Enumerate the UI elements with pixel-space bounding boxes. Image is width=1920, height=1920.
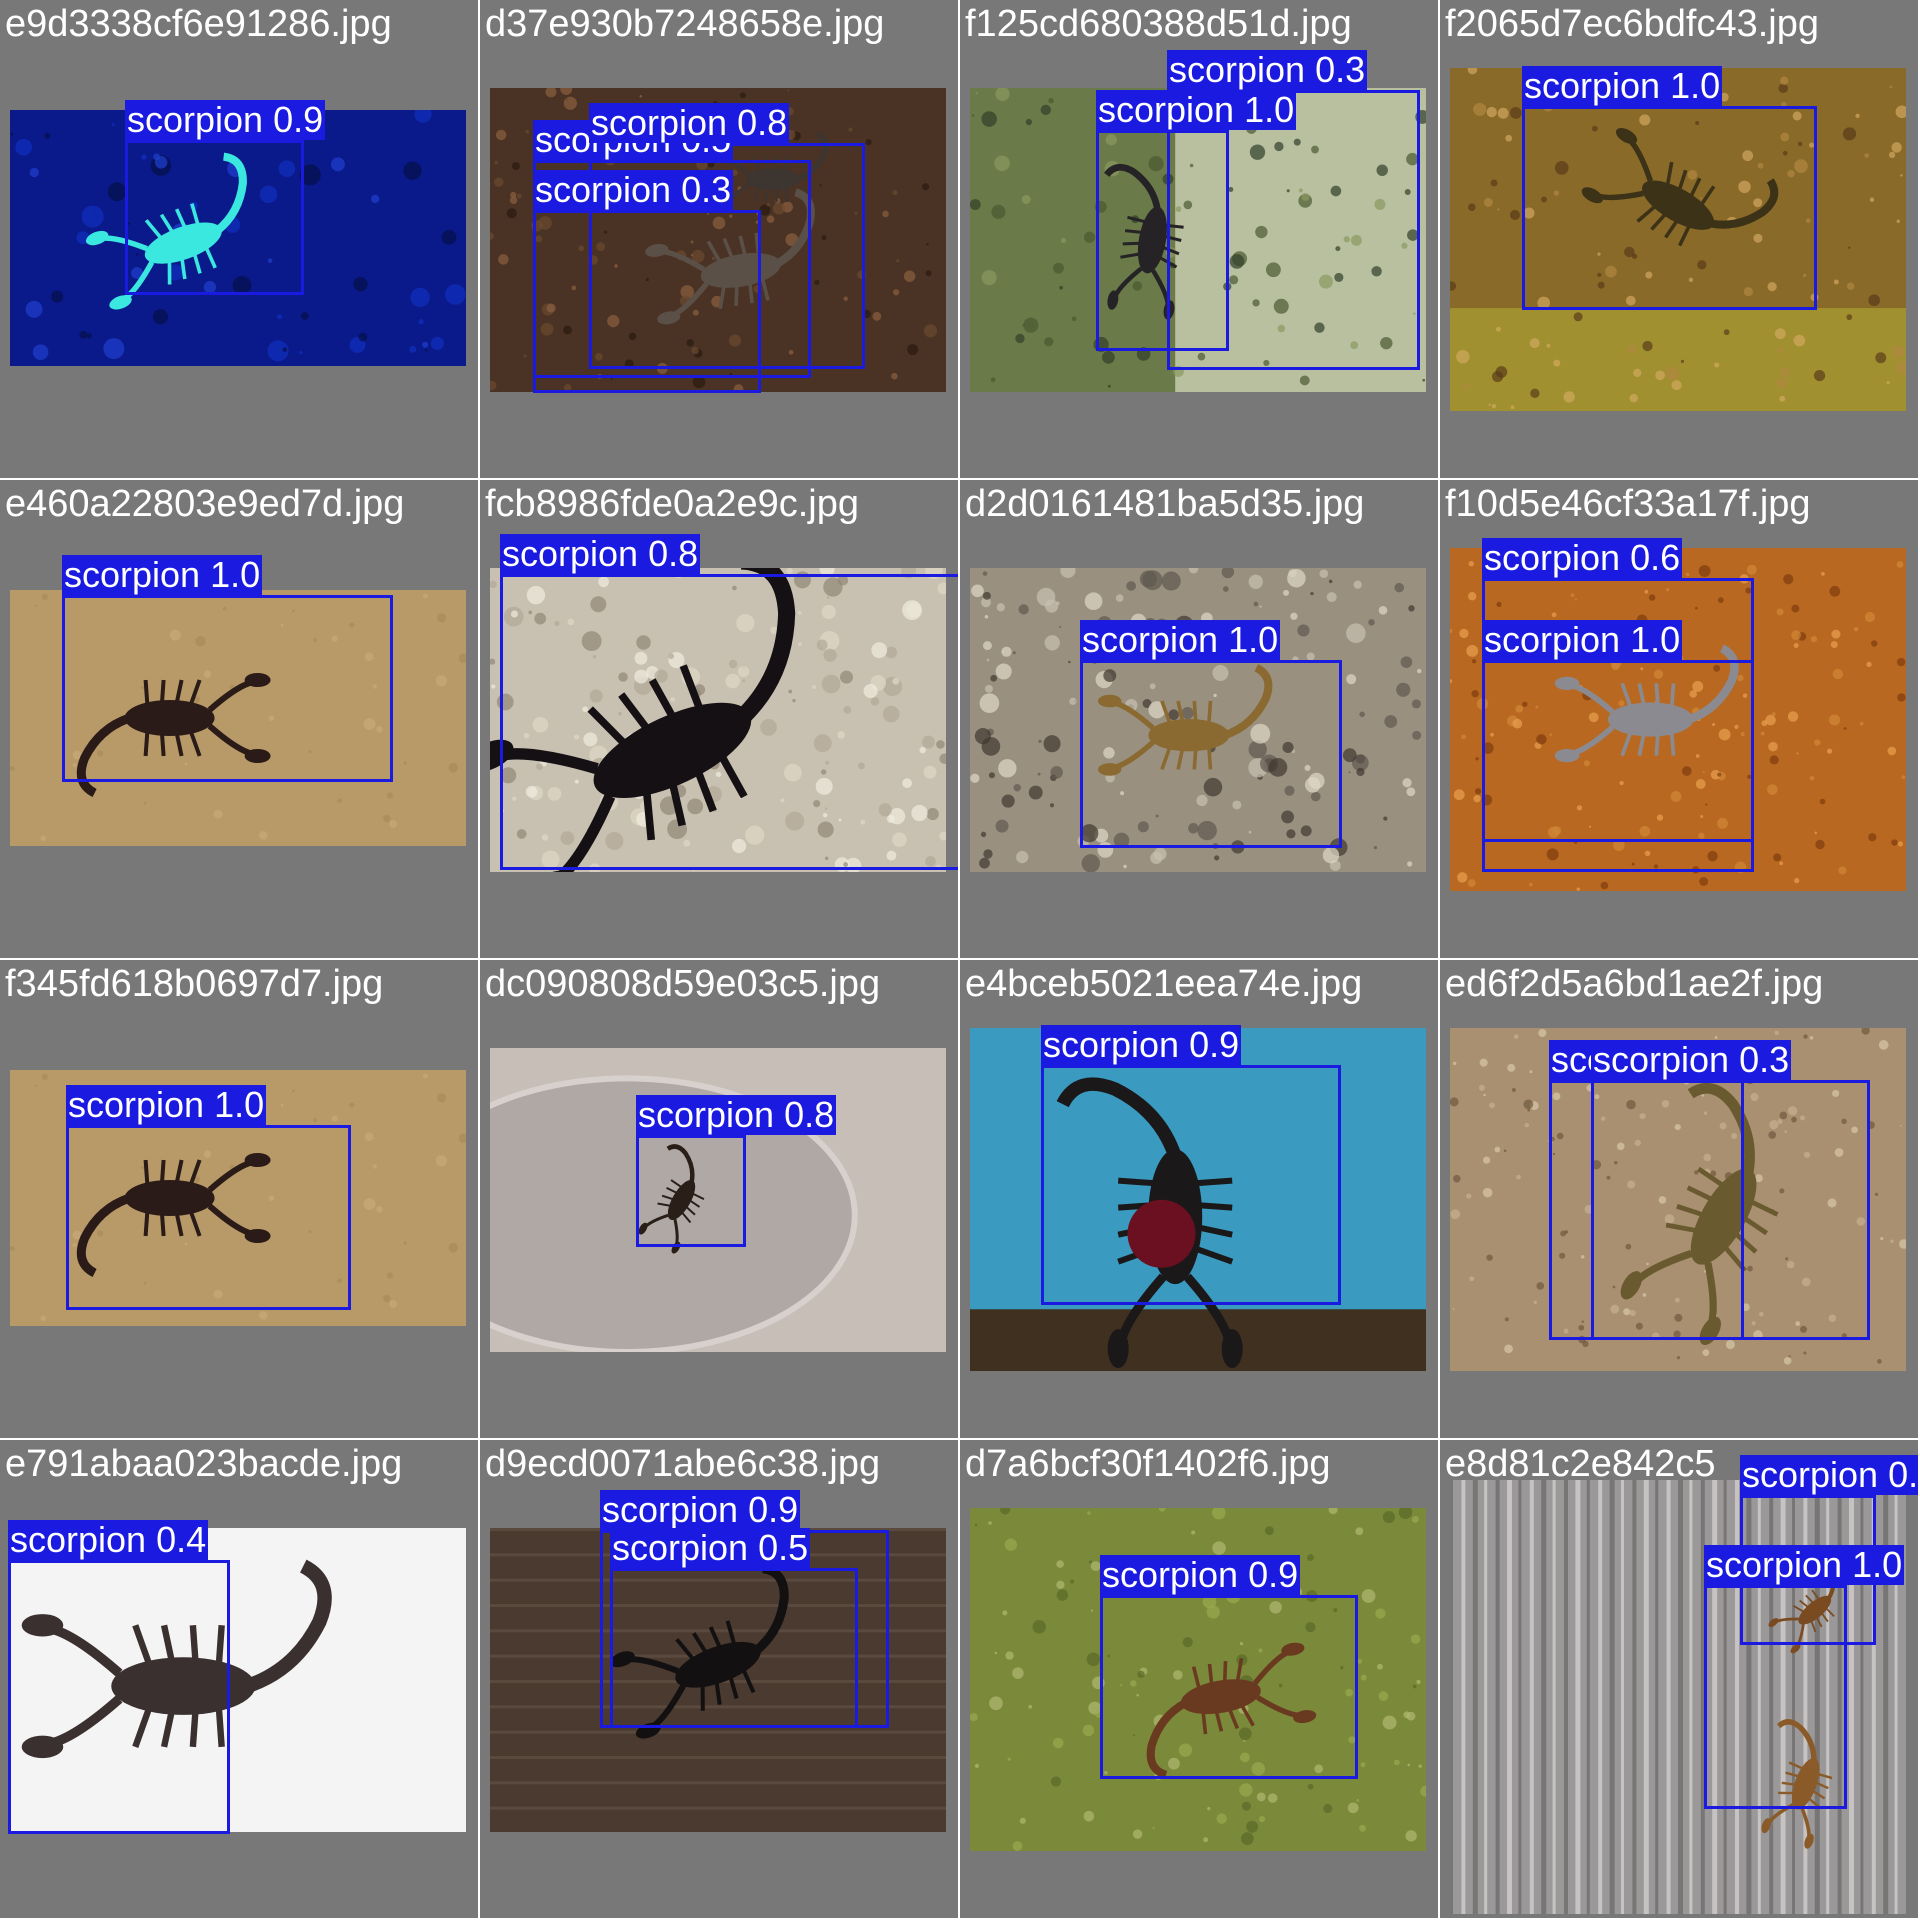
detection-label: scorpion 0.5 (610, 1527, 811, 1568)
detection-label: scorpion 1.0 (1704, 1544, 1905, 1585)
grid-tile: e4bceb5021eea74e.jpg scorpion 0.9 (960, 960, 1438, 1438)
grid-tile: d7a6bcf30f1402f6.jpg scorpion 0.9 (960, 1440, 1438, 1918)
detection-box (533, 210, 761, 393)
detection-box (1080, 660, 1342, 848)
tile-filename: f345fd618b0697d7.jpg (5, 963, 384, 1005)
tile-filename: ed6f2d5a6bd1ae2f.jpg (1445, 963, 1824, 1005)
grid-tile: e8d81c2e842c5 scorpion 0.8 scorpion 1.0 (1440, 1440, 1918, 1918)
tile-filename: e8d81c2e842c5 (1445, 1443, 1716, 1485)
detection-box (8, 1560, 230, 1834)
grid-tile: ed6f2d5a6bd1ae2f.jpgscorpion 0.3scorpion… (1440, 960, 1918, 1438)
detection-box (1482, 660, 1754, 842)
grid-tile: f345fd618b0697d7.jpg scorpion 1.0 (0, 960, 478, 1438)
grid-tile: d9ecd0071abe6c38.jpg scorpion 0.9 scorpion… (480, 1440, 958, 1918)
detection-label: scorpion 0.9 (125, 99, 326, 140)
detection-box (500, 574, 958, 870)
detection-box (62, 595, 393, 782)
detection-box (1096, 130, 1229, 351)
detection-box (1041, 1065, 1341, 1305)
detection-label: scorpion 0.3 (1591, 1039, 1792, 1080)
detection-label: scorpion 0.3 (1167, 49, 1368, 90)
detection-box (1100, 1595, 1358, 1779)
tile-filename: f10d5e46cf33a17f.jpg (1445, 483, 1811, 525)
detection-box (125, 140, 304, 295)
detection-label: scorpion 1.0 (66, 1084, 267, 1125)
detection-box (636, 1135, 746, 1247)
grid-tile: fcb8986fde0a2e9c.jpg scorpion 0.8 (480, 480, 958, 958)
detection-grid: e9d3338cf6e91286.jpg scorpion 0.9 d37e930b… (0, 0, 1920, 1920)
tile-filename: d7a6bcf30f1402f6.jpg (965, 1443, 1331, 1485)
detection-box (1704, 1585, 1847, 1809)
grid-tile: d2d0161481ba5d35.jpg scorpion 1.0 (960, 480, 1438, 958)
tile-filename: d9ecd0071abe6c38.jpg (485, 1443, 881, 1485)
detection-label: scorpion 1.0 (62, 554, 263, 595)
grid-tile: dc090808d59e03c5.jpg scorpion 0.8 (480, 960, 958, 1438)
detection-label: scorpion 0.8 (636, 1094, 837, 1135)
detection-label: scorpion 0.8 (500, 533, 701, 574)
detection-box (1522, 106, 1817, 310)
tile-filename: f2065d7ec6bdfc43.jpg (1445, 3, 1819, 45)
detection-box (610, 1568, 858, 1728)
grid-tile: f2065d7ec6bdfc43.jpg scorpion 1.0 (1440, 0, 1918, 478)
tile-filename: e460a22803e9ed7d.jpg (5, 483, 405, 525)
grid-tile: f125cd680388d51d.jpg scorpion 0.3 scorpion… (960, 0, 1438, 478)
detection-label: scorpion 0.8 (589, 102, 790, 143)
grid-tile: e460a22803e9ed7d.jpg scorpion 1.0 (0, 480, 478, 958)
detection-box (66, 1125, 351, 1310)
tile-filename: dc090808d59e03c5.jpg (485, 963, 881, 1005)
detection-label: scorpion 0.4 (8, 1519, 209, 1560)
grid-tile: d37e930b7248658e.jpgscorpion 0.5scorpion… (480, 0, 958, 478)
detection-label: scorpion 0.6 (1482, 537, 1683, 578)
tile-filename: e791abaa023bacde.jpg (5, 1443, 403, 1485)
tile-filename: e4bceb5021eea74e.jpg (965, 963, 1363, 1005)
tile-filename: fcb8986fde0a2e9c.jpg (485, 483, 859, 525)
detection-label: scorpion 1.0 (1522, 65, 1723, 106)
detection-label: scorpion 0.3 (533, 169, 734, 210)
detection-label: scorpion 0.9 (1100, 1554, 1301, 1595)
grid-tile: e9d3338cf6e91286.jpg scorpion 0.9 (0, 0, 478, 478)
grid-tile: f10d5e46cf33a17f.jpg scorpion 0.6 scorpion… (1440, 480, 1918, 958)
tile-filename: d37e930b7248658e.jpg (485, 3, 885, 45)
tile-filename: d2d0161481ba5d35.jpg (965, 483, 1365, 525)
grid-tile: e791abaa023bacde.jpg scorpion 0.4 (0, 1440, 478, 1918)
tile-filename: f125cd680388d51d.jpg (965, 3, 1352, 45)
detection-label: scorpion 1.0 (1080, 619, 1281, 660)
detection-label: scorpion 0.9 (600, 1489, 801, 1530)
detection-label: scorpion 1.0 (1096, 89, 1297, 130)
detection-label: scorpion 0.8 (1740, 1455, 1918, 1495)
tile-filename: e9d3338cf6e91286.jpg (5, 3, 392, 45)
detection-label: scorpion 0.9 (1041, 1024, 1242, 1065)
detection-label: scorpion 1.0 (1482, 619, 1683, 660)
detection-box (1591, 1080, 1870, 1340)
